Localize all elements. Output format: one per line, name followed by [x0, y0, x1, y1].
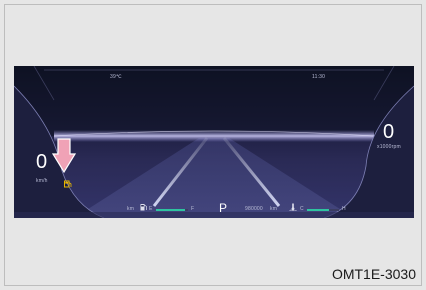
fuel-empty-label: E — [149, 206, 153, 212]
temp-cold-label: C — [300, 206, 304, 212]
low-fuel-warning-icon — [64, 180, 72, 188]
fuel-pump-icon — [140, 204, 147, 211]
rpm-value: 0 — [383, 121, 395, 143]
fuel-full-label: F — [191, 206, 195, 212]
speed-value: 0 — [36, 151, 48, 173]
pointer-arrow-icon — [52, 138, 76, 174]
fuel-range-unit: km — [127, 206, 135, 212]
odometer-unit: km — [270, 206, 278, 212]
fuel-gauge-track — [156, 209, 188, 211]
odometer-value: 980000 — [245, 206, 263, 212]
gear-indicator: P — [219, 201, 228, 215]
temp-gauge-fill — [307, 209, 330, 211]
temp-hot-label: H — [342, 206, 346, 212]
temp-gauge-track — [307, 209, 339, 211]
clock: 11:30 — [312, 74, 326, 80]
fuel-gauge-fill — [156, 209, 185, 211]
coolant-temp-icon — [289, 203, 297, 211]
rpm-unit: x1000rpm — [377, 144, 401, 150]
speed-unit: km/h — [36, 178, 48, 184]
outside-temperature: 39℃ — [110, 74, 122, 80]
figure-caption: OMT1E-3030 — [331, 266, 416, 282]
